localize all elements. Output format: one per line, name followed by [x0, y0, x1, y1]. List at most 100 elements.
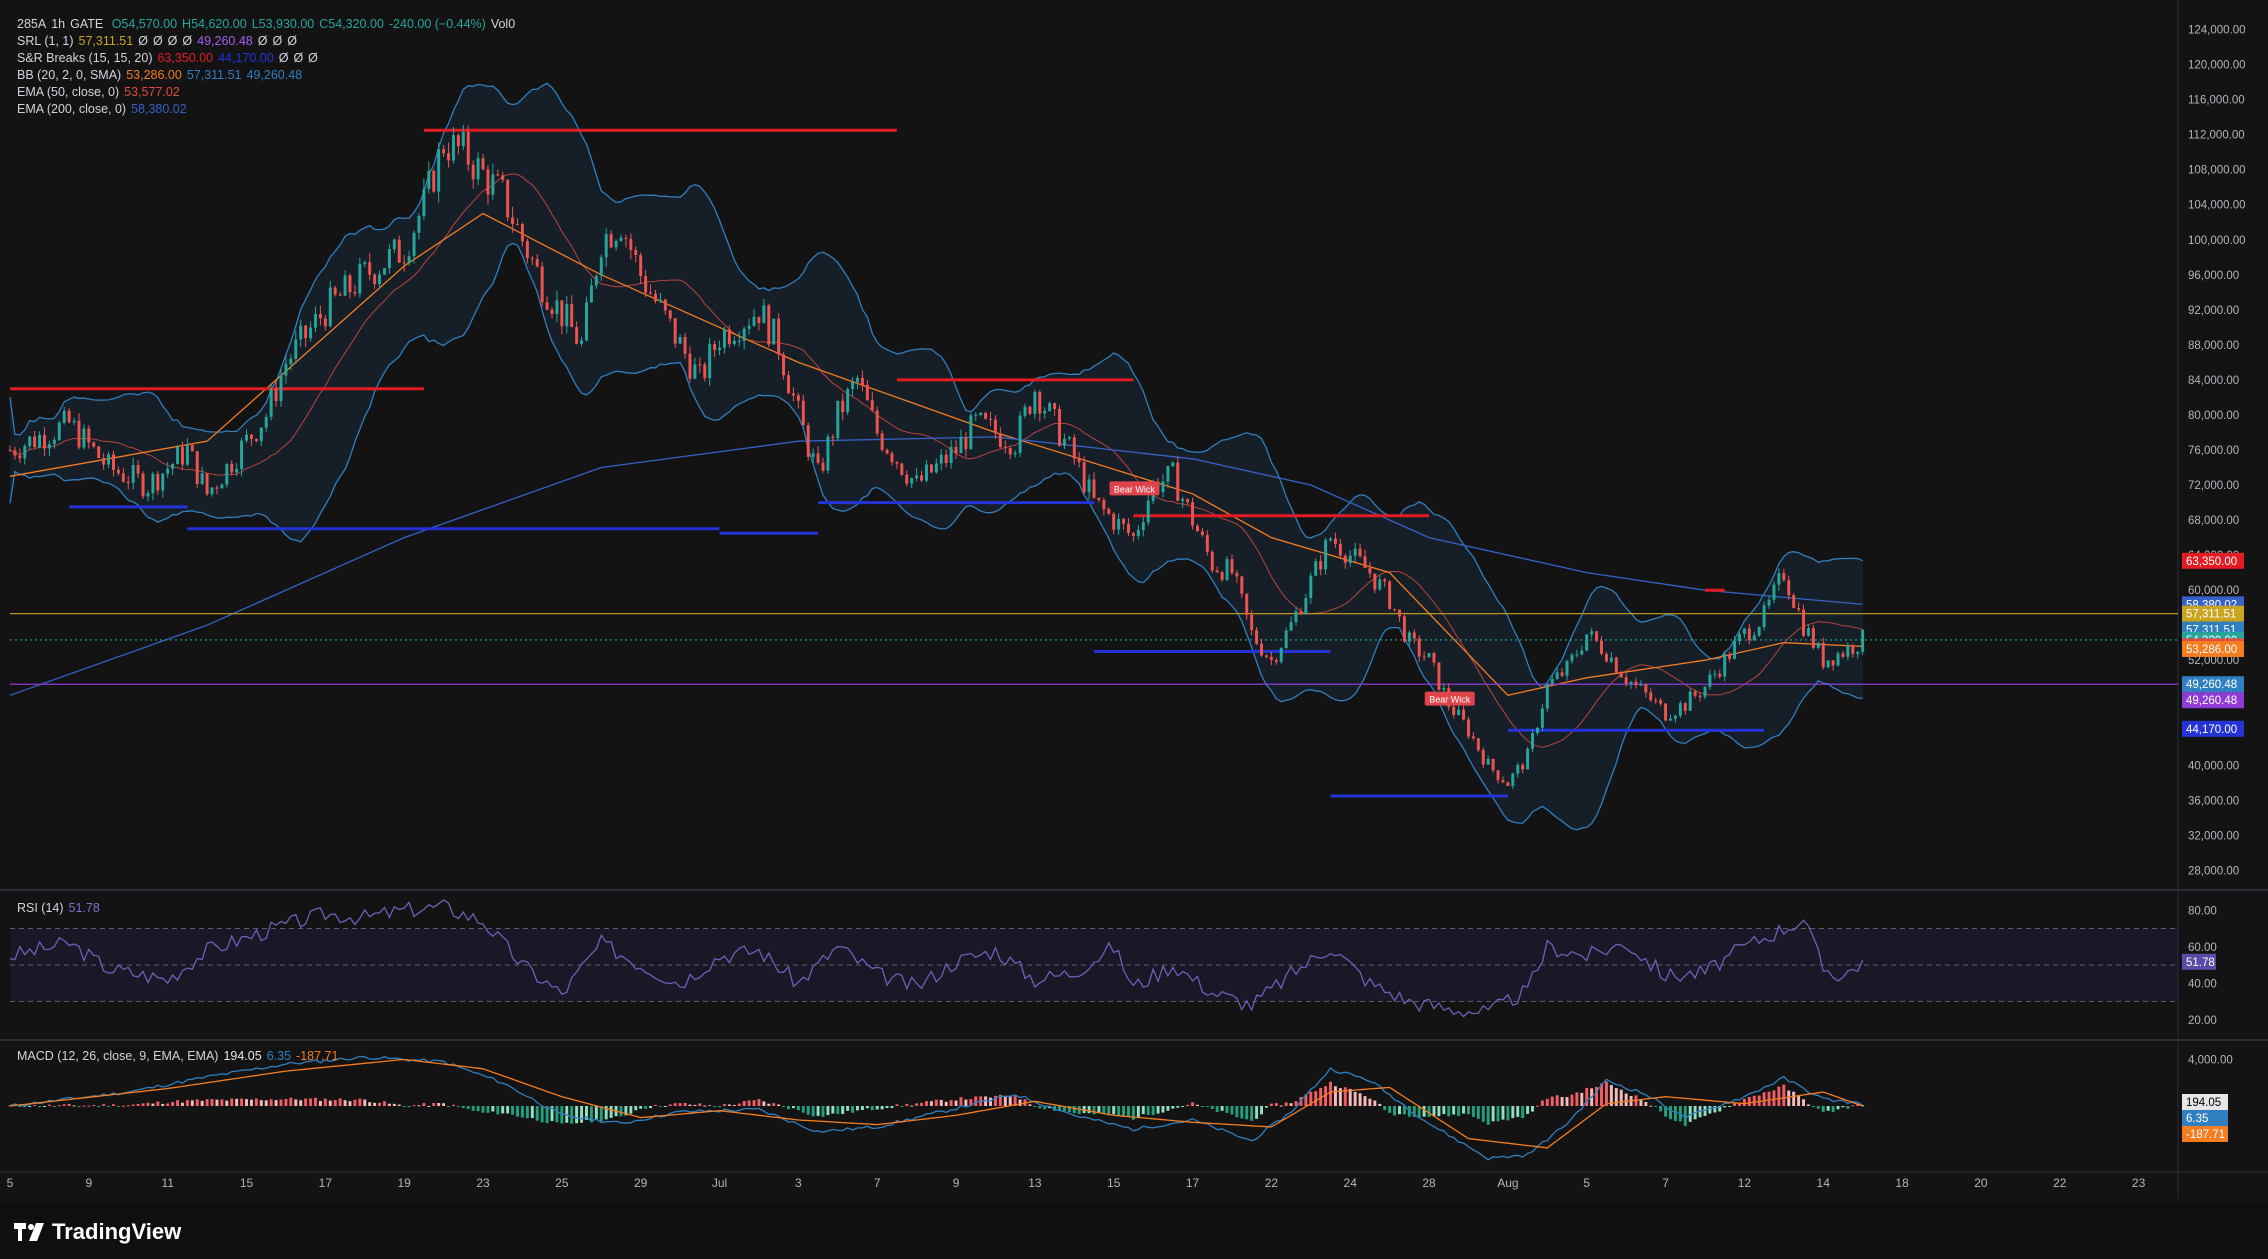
macd-histogram-bar [220, 1099, 224, 1106]
candle-body [846, 389, 850, 413]
legend-bb-row[interactable]: BB (20, 2, 0, SMA) 53,286.00 57,311.51 49,2… [17, 67, 520, 84]
candle-body [949, 446, 953, 464]
candle-body [1471, 736, 1475, 739]
candle-body [811, 453, 815, 457]
macd-histogram-bar [1466, 1106, 1470, 1115]
candle-body [131, 465, 135, 483]
candle-body [205, 473, 209, 494]
candle-body [589, 285, 593, 303]
macd-histogram-bar [240, 1098, 244, 1106]
macd-histogram-bar [304, 1098, 308, 1106]
candle-body [1279, 648, 1283, 662]
macd-histogram-bar [1038, 1106, 1042, 1109]
candle-body [624, 237, 628, 239]
candle-body [190, 445, 194, 452]
macd-histogram-bar [392, 1103, 396, 1106]
candle-body [1540, 708, 1544, 728]
legend-srbreaks-na-1: Ø [278, 51, 289, 65]
rsi-legend[interactable]: RSI (14) 51.78 [17, 900, 105, 917]
macd-histogram-bar [481, 1106, 485, 1113]
macd-histogram-bar [1802, 1099, 1806, 1106]
candle-body [1146, 500, 1150, 523]
macd-histogram-bar [895, 1104, 899, 1106]
candle-body [1013, 452, 1017, 455]
candle-body [1417, 638, 1421, 657]
macd-histogram-bar [900, 1106, 904, 1107]
candle-body [1683, 703, 1687, 711]
macd-histogram-bar [1072, 1106, 1076, 1114]
macd-histogram-bar [1373, 1100, 1377, 1106]
candle-body [1526, 748, 1530, 770]
candle-body [1264, 655, 1268, 657]
candle-body [1112, 513, 1116, 530]
tradingview-logo[interactable]: TradingView [14, 1219, 181, 1245]
candle-body [28, 436, 32, 447]
candle-body [1166, 466, 1170, 482]
legend-ema50-label: EMA (50, close, 0) [17, 85, 120, 99]
macd-histogram-bar [653, 1104, 657, 1106]
candle-body [33, 436, 37, 448]
candle-body [1200, 531, 1204, 536]
candle-body [520, 224, 524, 242]
macd-histogram-bar [1560, 1097, 1564, 1106]
price-tick-label: 100,000.00 [2188, 235, 2246, 247]
candle-body [1432, 653, 1436, 663]
legend-ema200-row[interactable]: EMA (200, close, 0) 58,380.02 [17, 101, 520, 118]
candle-body [1038, 392, 1042, 414]
macd-histogram-bar [1215, 1106, 1219, 1112]
candle-body [1255, 630, 1259, 644]
macd-histogram-bar [323, 1098, 327, 1106]
legend-srl-row[interactable]: SRL (1, 1) 57,311.51 Ø Ø Ø Ø 49,260.48 Ø Ø Ø [17, 33, 520, 50]
legend-symbol[interactable]: 285A [17, 17, 46, 31]
macd-histogram-bar [338, 1098, 342, 1106]
macd-histogram-bar [939, 1099, 943, 1106]
macd-histogram-bar [1659, 1106, 1663, 1112]
candle-body [1437, 662, 1441, 690]
footer-bar [0, 1202, 2268, 1259]
candle-body [555, 300, 559, 315]
candle-body [1077, 458, 1081, 463]
candle-body [1087, 479, 1091, 493]
macd-histogram-bar [752, 1100, 756, 1106]
macd-histogram-bar [353, 1099, 357, 1106]
candle-body [599, 257, 603, 276]
macd-histogram-bar [580, 1106, 584, 1123]
candle-body [1644, 684, 1648, 693]
macd-histogram-bar [777, 1104, 781, 1106]
macd-histogram-bar [530, 1106, 534, 1119]
macd-histogram-bar [1422, 1106, 1426, 1117]
macd-histogram-bar [254, 1098, 258, 1106]
candle-body [1329, 538, 1332, 541]
candle-body [1072, 437, 1076, 459]
candle-body [38, 435, 42, 448]
candle-body [284, 363, 288, 376]
macd-histogram-bar [328, 1100, 332, 1106]
candle-body [757, 316, 761, 324]
candle-body [885, 449, 889, 454]
candle-body [235, 469, 239, 473]
rsi-tick-label: 20.00 [2188, 1015, 2217, 1027]
macd-histogram-bar [1398, 1106, 1401, 1115]
macd-histogram-bar [442, 1103, 446, 1106]
chart-canvas[interactable]: 124,000.00120,000.00116,000.00112,000.00… [0, 0, 2268, 1259]
candle-body [471, 164, 475, 180]
candle-body [742, 328, 746, 341]
candle-body [185, 445, 189, 465]
candle-body [1531, 733, 1535, 749]
legend-ema50-row[interactable]: EMA (50, close, 0) 53,577.02 [17, 84, 520, 101]
macd-legend[interactable]: MACD (12, 26, close, 9, EMA, EMA) 194.05 6… [17, 1048, 343, 1065]
time-tick-label: 20 [1974, 1176, 1988, 1190]
macd-histogram-bar [1550, 1096, 1554, 1106]
candle-body [895, 462, 899, 464]
macd-histogram-bar [451, 1104, 455, 1106]
macd-histogram-bar [831, 1106, 835, 1114]
candle-body [318, 314, 322, 319]
candle-body [939, 454, 943, 464]
macd-histogram-bar [1624, 1093, 1628, 1106]
macd-histogram-bar [639, 1106, 643, 1109]
candle-body [1693, 691, 1697, 696]
legend-srbreaks-row[interactable]: S&R Breaks (15, 15, 20) 63,350.00 44,170.0… [17, 50, 520, 67]
candle-body [782, 354, 786, 376]
macd-histogram-bar [1255, 1106, 1259, 1119]
macd-label: MACD (12, 26, close, 9, EMA, EMA) [17, 1049, 219, 1063]
